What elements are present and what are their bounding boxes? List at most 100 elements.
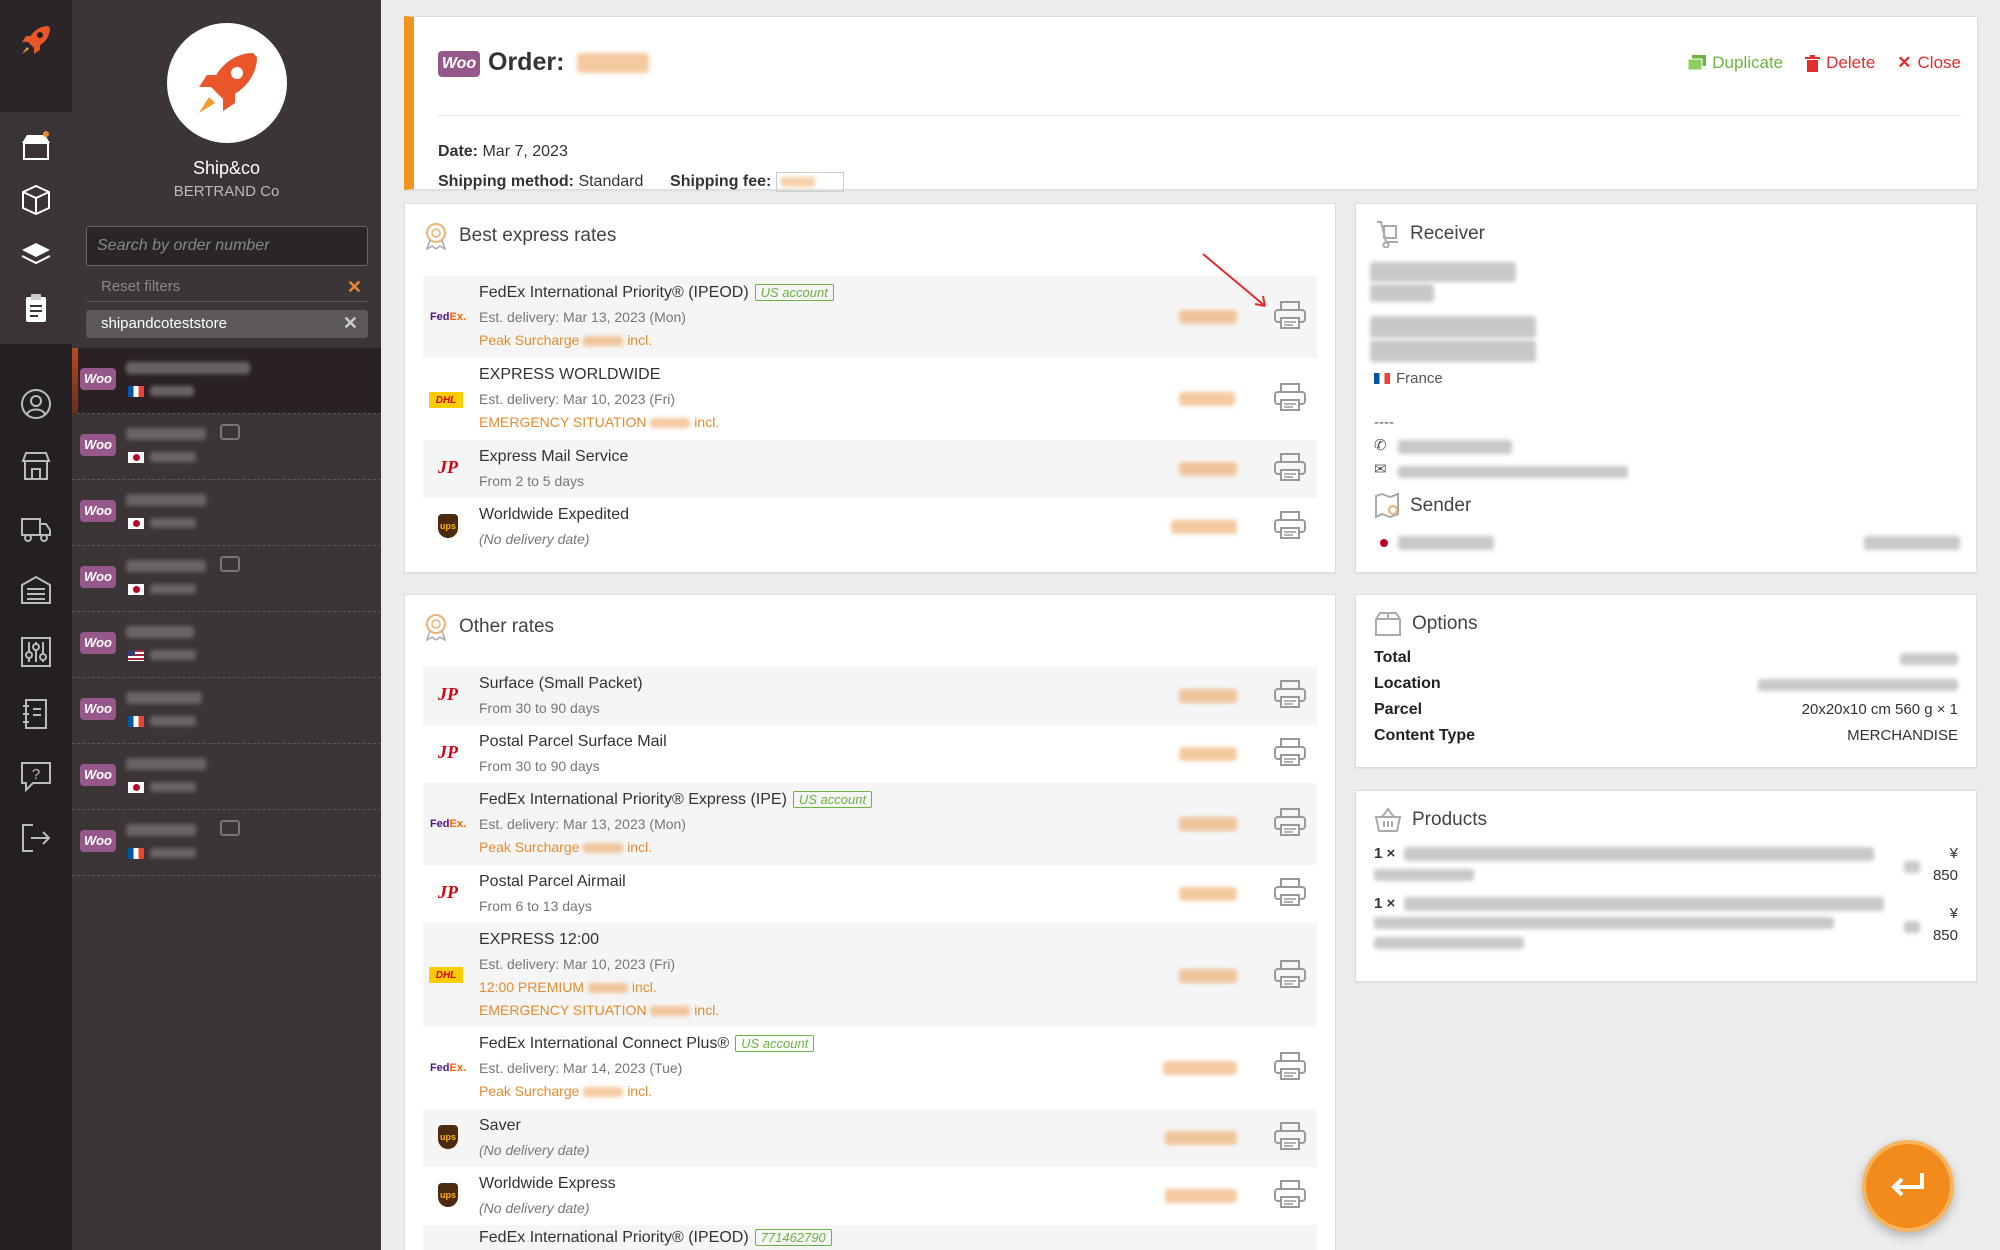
clipboard-icon[interactable] — [16, 288, 56, 328]
rate-name: FedEx International Connect Plus® US acco… — [479, 1035, 815, 1053]
filter-chip-label: shipandcoteststore — [101, 315, 227, 332]
package-icon[interactable] — [16, 180, 56, 220]
shipping-method-value: Standard — [578, 173, 644, 190]
remove-filter-icon[interactable]: ✕ — [343, 313, 358, 334]
account-badge: US account — [792, 791, 873, 808]
reset-filters[interactable]: Reset filters ✕ — [86, 276, 368, 302]
rate-price — [1179, 689, 1237, 703]
print-label-icon[interactable] — [1273, 1051, 1307, 1081]
rate-row[interactable]: FedEx International Priority® (IPEOD) 771… — [423, 1225, 1317, 1250]
address-book-icon[interactable] — [16, 694, 56, 734]
rate-price — [1165, 1189, 1237, 1203]
print-label-icon[interactable] — [1273, 679, 1307, 709]
close-button[interactable]: ✕ Close — [1897, 53, 1961, 73]
duplicate-button[interactable]: Duplicate — [1688, 53, 1783, 73]
rate-name: Worldwide Expedited — [479, 506, 630, 523]
rate-row[interactable]: JP Postal Parcel Surface Mail From 30 to… — [423, 725, 1317, 783]
brand-logo — [167, 23, 287, 143]
flag-jp-icon — [128, 584, 144, 595]
order-list-item[interactable]: Woo — [72, 810, 381, 876]
best-rates-title: Best express rates — [423, 222, 616, 250]
rate-row[interactable]: ups Saver (No delivery date) — [423, 1109, 1317, 1167]
shop-icon[interactable] — [16, 446, 56, 486]
account-badge: US account — [754, 284, 834, 301]
japan-post-logo-icon: JP — [438, 456, 458, 477]
rate-price — [1179, 969, 1237, 983]
truck-icon[interactable] — [16, 508, 56, 548]
user-icon[interactable] — [16, 384, 56, 424]
other-rates-card: Other rates JP Surface (Small Packet) Fr… — [404, 594, 1336, 1250]
sidebar: Ship&co BERTRAND Co Search by order numb… — [72, 0, 381, 1250]
shipping-fee-input[interactable] — [775, 171, 844, 192]
rate-row[interactable]: DHL EXPRESS WORLDWIDE Est. delivery: Mar… — [423, 358, 1317, 440]
order-list-item[interactable]: Woo — [72, 480, 381, 546]
order-list-item[interactable]: Woo — [72, 546, 381, 612]
print-label-icon[interactable] — [1273, 1179, 1307, 1209]
rate-price — [1165, 1131, 1237, 1145]
product-price: ¥850 — [1932, 905, 1958, 944]
box-icon — [1375, 612, 1401, 636]
rate-name: Worldwide Express — [479, 1175, 616, 1192]
return-button[interactable] — [1862, 1140, 1954, 1232]
products-card: Products 1 × ¥850 1 × ¥850 — [1355, 790, 1977, 982]
order-list-item[interactable]: Woo — [72, 744, 381, 810]
delete-label: Delete — [1826, 53, 1876, 72]
fedex-logo-icon: Fed Ex. — [429, 311, 467, 323]
woo-logo: Woo — [438, 51, 480, 77]
print-label-icon[interactable] — [1273, 737, 1307, 767]
settings-sliders-icon[interactable] — [16, 632, 56, 672]
fedex-logo-icon: Fed Ex. — [429, 818, 467, 830]
receiver-title: Receiver — [1374, 220, 1485, 248]
products-title-label: Products — [1412, 809, 1487, 830]
print-label-icon[interactable] — [1273, 452, 1307, 482]
rate-row[interactable]: Fed Ex. FedEx International Connect Plus®… — [423, 1027, 1317, 1109]
country-label: France — [1396, 370, 1443, 387]
warehouse-icon[interactable] — [16, 570, 56, 610]
rate-row[interactable]: ups Worldwide Expedited (No delivery dat… — [423, 498, 1317, 556]
delete-button[interactable]: Delete — [1805, 53, 1875, 73]
store-filter-chip[interactable]: shipandcoteststore ✕ — [86, 310, 368, 338]
close-icon[interactable]: ✕ — [347, 277, 362, 298]
rocket-icon[interactable] — [16, 20, 56, 60]
store-icon[interactable] — [16, 126, 56, 166]
rate-row[interactable]: ups Worldwide Express (No delivery date) — [423, 1167, 1317, 1225]
fedex-logo-icon: Fed Ex. — [429, 1062, 467, 1074]
order-info: Date: Mar 7, 2023 Shipping method: Stand… — [438, 137, 844, 197]
option-row: Location — [1374, 675, 1958, 697]
help-icon[interactable]: ? — [16, 756, 56, 796]
order-list-item[interactable]: Woo — [72, 348, 381, 414]
print-label-icon[interactable] — [1273, 382, 1307, 412]
print-label-icon[interactable] — [1273, 959, 1307, 989]
print-label-icon[interactable] — [1273, 1121, 1307, 1151]
order-list-item[interactable]: Woo — [72, 414, 381, 480]
rate-name: EXPRESS 12:00 — [479, 931, 600, 948]
rate-row[interactable]: Fed Ex. FedEx International Priority® Exp… — [423, 783, 1317, 865]
option-row: Total — [1374, 649, 1958, 671]
logout-icon[interactable] — [16, 818, 56, 858]
order-list: Woo Woo Woo Woo Woo Woo Woo Woo — [72, 348, 381, 876]
options-card: Options Total Location Parcel 20x20x10 cm… — [1355, 594, 1977, 768]
award-icon — [425, 614, 447, 641]
rate-row[interactable]: JP Postal Parcel Airmail From 6 to 13 da… — [423, 865, 1317, 923]
print-label-icon[interactable] — [1273, 510, 1307, 540]
brand-name: Ship&co — [192, 158, 261, 178]
rate-row[interactable]: DHL EXPRESS 12:00 Est. delivery: Mar 10,… — [423, 923, 1317, 1027]
woo-badge: Woo — [80, 698, 116, 720]
print-label-icon[interactable] — [1273, 877, 1307, 907]
comment-icon — [220, 556, 240, 572]
order-list-item[interactable]: Woo — [72, 678, 381, 744]
other-rates-title-label: Other rates — [459, 616, 555, 637]
rate-row[interactable]: JP Surface (Small Packet) From 30 to 90 … — [423, 667, 1317, 725]
flag-fr-icon — [128, 716, 144, 727]
layers-icon[interactable] — [16, 234, 56, 274]
rate-row[interactable]: JP Express Mail Service From 2 to 5 days — [423, 440, 1317, 498]
order-list-item[interactable]: Woo — [72, 612, 381, 678]
order-search-input[interactable]: Search by order number — [86, 226, 368, 266]
rate-delivery: From 30 to 90 days — [479, 758, 600, 774]
rate-price — [1179, 747, 1237, 761]
ups-logo-icon: ups — [438, 1183, 458, 1207]
rate-row[interactable]: Fed Ex. FedEx International Priority® (IP… — [423, 276, 1317, 358]
comment-icon — [220, 820, 240, 836]
print-label-icon[interactable] — [1273, 807, 1307, 837]
flag-fr-icon — [1374, 373, 1390, 384]
